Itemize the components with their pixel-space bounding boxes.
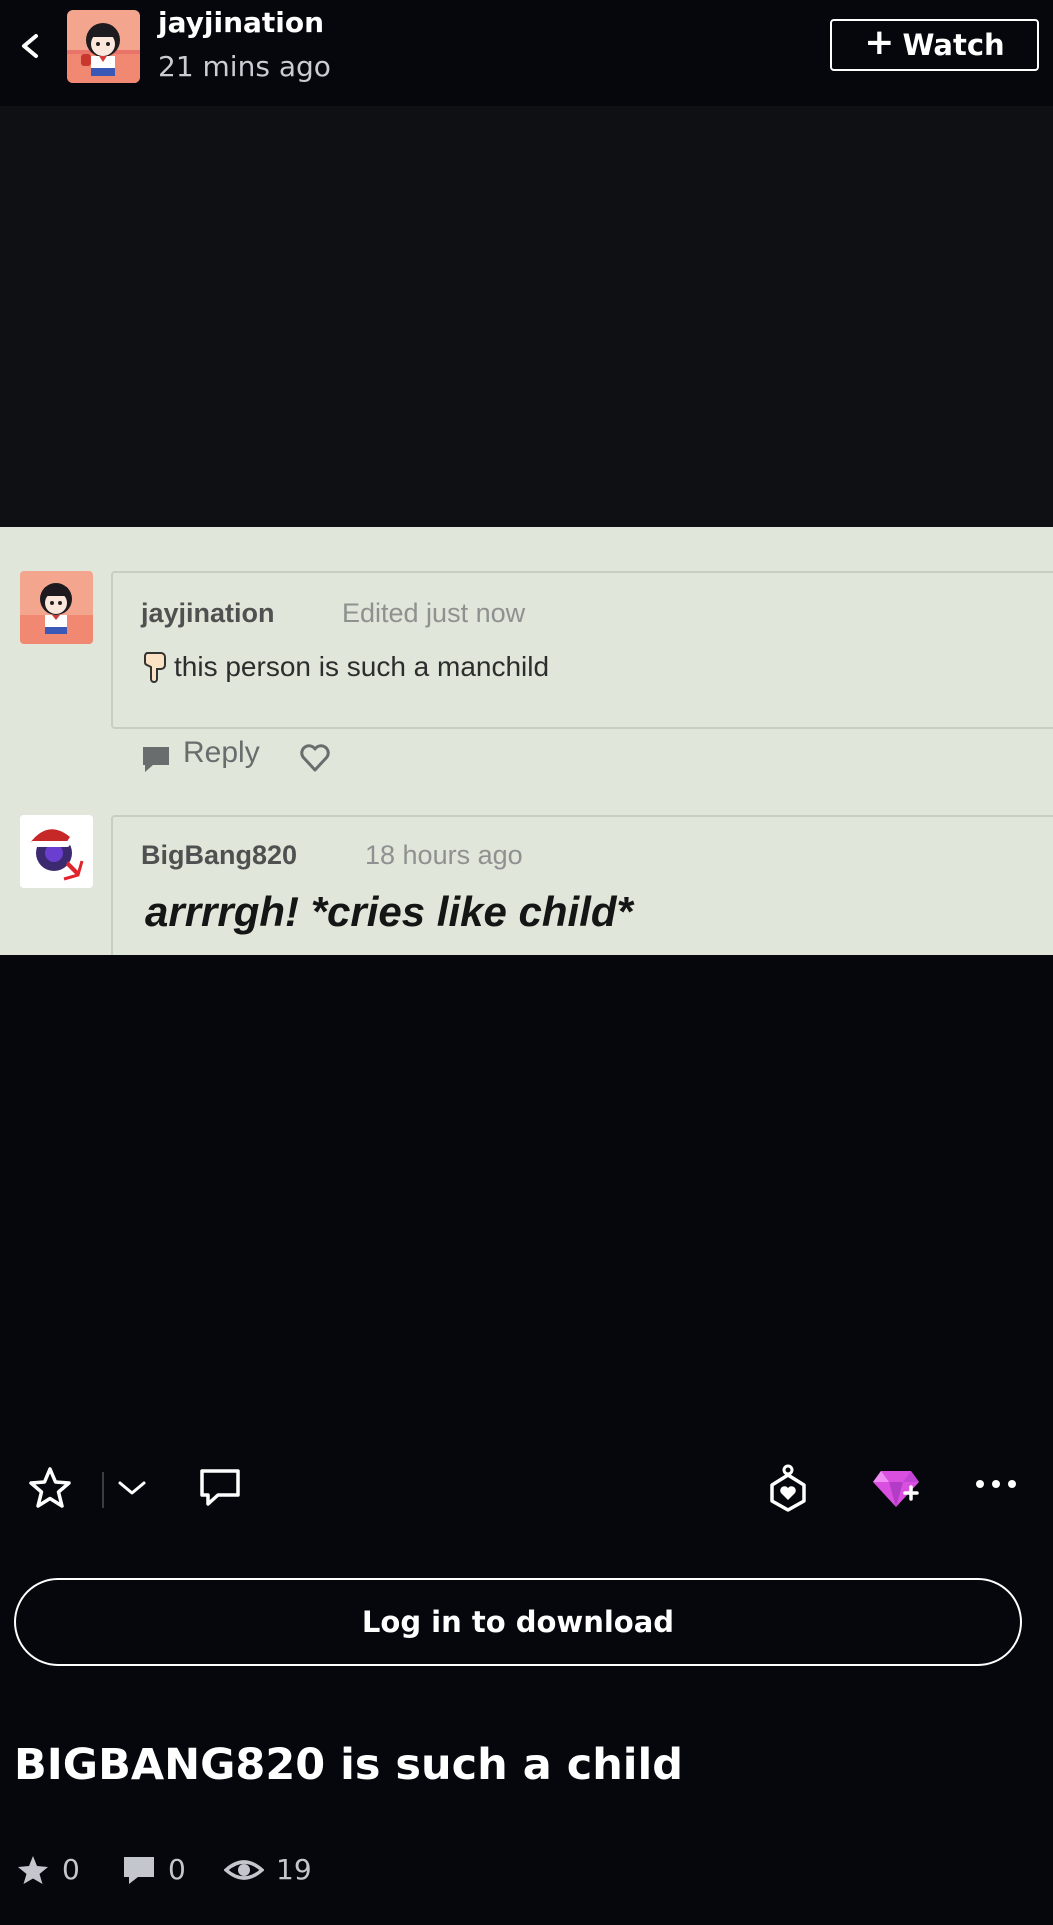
favorite-options-button[interactable]: [104, 1460, 160, 1516]
comment-text: this person is such a manchild: [174, 651, 550, 682]
comment-icon: [200, 1469, 240, 1506]
page-title: BIGBANG820 is such a child: [14, 1740, 684, 1790]
badge-icon: [770, 1464, 806, 1512]
avatar[interactable]: [67, 10, 140, 83]
chevron-down-icon: [118, 1481, 146, 1495]
pointing-hand-icon: [141, 649, 171, 685]
back-button[interactable]: [14, 30, 44, 62]
more-button[interactable]: [968, 1456, 1024, 1512]
media-area: [0, 106, 1053, 527]
comments-count: 0: [168, 1853, 186, 1886]
gem-icon: [873, 1471, 919, 1507]
reply-icon: [140, 743, 172, 775]
post-time: 21 mins ago: [158, 50, 331, 83]
posted-image[interactable]: jayjination Edited just now this person …: [0, 527, 1053, 955]
comment-author: BigBang820: [141, 840, 298, 870]
comment-meta: 18 hours ago: [365, 840, 523, 870]
reply-label: Reply: [183, 736, 260, 769]
watch-button[interactable]: + Watch: [830, 19, 1039, 71]
favorites-stat: 0: [16, 1853, 80, 1886]
comment-button[interactable]: [192, 1460, 248, 1516]
author-name[interactable]: jayjination: [158, 6, 324, 39]
eye-icon: [224, 1859, 264, 1880]
star-icon: [18, 1855, 48, 1884]
comments-stat: 0: [122, 1853, 186, 1886]
gem-button[interactable]: [868, 1460, 924, 1516]
watch-label: Watch: [902, 28, 1005, 62]
comment-avatar: [20, 815, 93, 888]
favorite-button[interactable]: [22, 1460, 78, 1516]
plus-icon: +: [864, 22, 895, 63]
heart-icon: [298, 741, 332, 775]
more-icon: [976, 1480, 1016, 1488]
favorites-count: 0: [62, 1853, 80, 1886]
media-area-lower: [0, 955, 1053, 1425]
comment-text: arrrrgh! *cries like child*: [145, 888, 633, 935]
star-icon: [29, 1467, 71, 1508]
views-count: 19: [276, 1853, 312, 1886]
views-stat: 19: [224, 1853, 312, 1886]
comment-icon: [124, 1856, 154, 1884]
badge-button[interactable]: [760, 1460, 816, 1516]
comment-meta: Edited just now: [342, 598, 526, 628]
comment-box: [111, 571, 1053, 729]
comment-author: jayjination: [141, 598, 275, 628]
login-to-download-button[interactable]: Log in to download: [14, 1578, 1022, 1666]
comment-avatar: [20, 571, 93, 644]
chevron-left-icon: [22, 34, 38, 58]
